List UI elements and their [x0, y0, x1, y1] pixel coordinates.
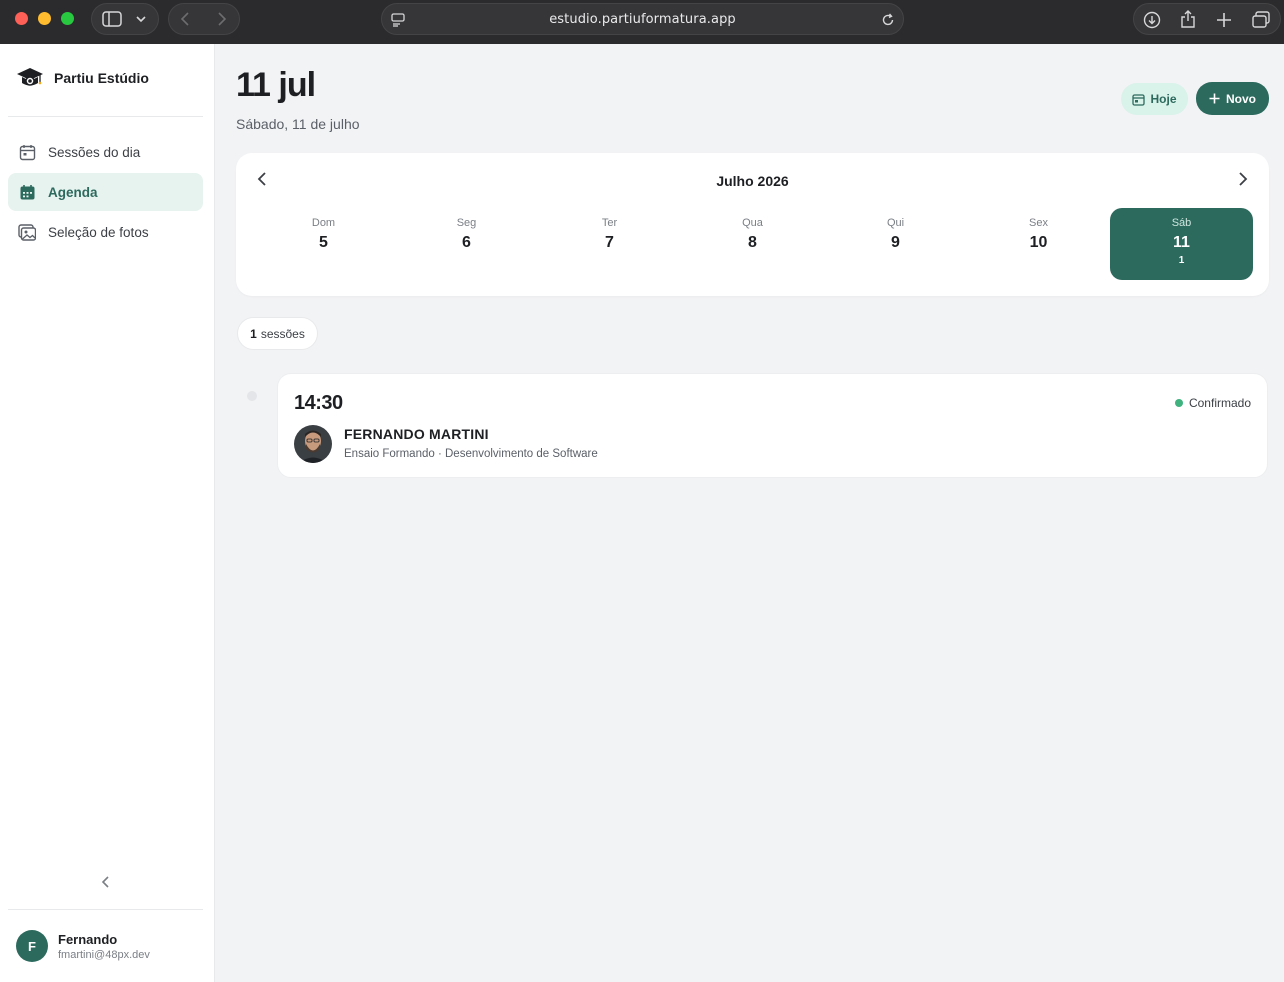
address-bar[interactable]: estudio.partiuformatura.app	[381, 3, 904, 35]
calendar-month-label: Julho 2026	[716, 173, 789, 189]
sidebar-icon	[102, 11, 122, 27]
client-name: FERNANDO MARTINI	[344, 426, 489, 442]
week-calendar: Julho 2026 Dom 5 Seg 6 Ter 7 Qua 8 Qui 9	[236, 153, 1269, 296]
minimize-window-button[interactable]	[38, 12, 51, 25]
download-icon[interactable]	[1143, 11, 1161, 29]
divider	[8, 116, 203, 117]
status-dot-icon	[1174, 399, 1183, 407]
today-button[interactable]: Hoje	[1121, 83, 1188, 115]
day-number: 7	[605, 234, 614, 251]
sidebar: Partiu Estúdio Sessões do dia Agenda Sel…	[0, 44, 215, 982]
sidebar-item-sessoes-do-dia[interactable]: Sessões do dia	[8, 133, 203, 171]
new-button-label: Novo	[1226, 91, 1256, 106]
user-name: Fernando	[58, 931, 118, 947]
calendar-outline-icon	[18, 143, 36, 161]
calendar-day[interactable]: Sex 10	[967, 208, 1110, 280]
sessions-count-label: sessões	[260, 326, 305, 341]
url-text: estudio.partiuformatura.app	[549, 11, 736, 27]
reload-icon[interactable]	[881, 13, 895, 27]
back-icon[interactable]	[179, 11, 193, 27]
day-name: Ter	[601, 217, 618, 229]
chevron-left-icon	[101, 876, 109, 888]
session-card[interactable]: 14:30 Confirmado FERNANDO MARTINI Ensaio…	[277, 373, 1268, 478]
user-email: fmartini@48px.dev	[58, 948, 150, 961]
new-tab-icon[interactable]	[1215, 11, 1233, 29]
calendar-day[interactable]: Qua 8	[681, 208, 824, 280]
day-name: Qui	[886, 217, 905, 229]
sessions-count-number: 1	[250, 326, 257, 341]
chevron-down-icon	[136, 16, 146, 23]
calendar-day[interactable]: Ter 7	[538, 208, 681, 280]
calendar-filled-icon	[18, 183, 36, 201]
tab-overview-icon[interactable]	[1251, 11, 1271, 29]
today-button-label: Hoje	[1150, 92, 1177, 106]
client-avatar	[294, 425, 332, 463]
timeline-dot	[247, 391, 257, 401]
day-number: 5	[319, 234, 328, 251]
share-icon[interactable]	[1179, 9, 1197, 29]
sidebar-item-label: Agenda	[48, 184, 98, 200]
calendar-today-icon	[1132, 93, 1146, 106]
divider	[8, 909, 203, 910]
next-week-button[interactable]	[1233, 170, 1253, 190]
session-time: 14:30	[294, 392, 343, 414]
day-session-count: 1	[1178, 255, 1185, 266]
avatar: F	[16, 930, 48, 962]
page-menu-icon[interactable]	[391, 13, 405, 27]
day-name: Seg	[456, 217, 477, 229]
status-badge: Confirmado	[1174, 396, 1251, 410]
history-nav	[168, 3, 240, 35]
day-number: 9	[891, 234, 900, 251]
page-subtitle: Sábado, 11 de julho	[236, 116, 360, 132]
browser-toolbar: estudio.partiuformatura.app	[0, 0, 1284, 44]
session-description: Ensaio Formando · Desenvolvimento de Sof…	[344, 448, 598, 460]
day-name: Qua	[742, 217, 763, 229]
day-number: 10	[1029, 234, 1048, 251]
calendar-day[interactable]: Seg 6	[395, 208, 538, 280]
sidebar-item-label: Seleção de fotos	[48, 224, 149, 240]
calendar-day[interactable]: Dom 5	[252, 208, 395, 280]
status-label: Confirmado	[1188, 396, 1251, 410]
day-name: Dom	[311, 217, 336, 229]
day-name: Sex	[1029, 217, 1048, 229]
collapse-sidebar-button[interactable]	[96, 874, 116, 894]
calendar-day-selected[interactable]: Sáb 11 1	[1110, 208, 1253, 280]
forward-icon[interactable]	[214, 11, 228, 27]
brand-name: Partiu Estúdio	[54, 70, 149, 86]
sidebar-item-label: Sessões do dia	[48, 144, 141, 160]
zoom-window-button[interactable]	[61, 12, 74, 25]
photos-icon	[18, 223, 36, 241]
day-name: Sáb	[1171, 217, 1192, 229]
user-profile[interactable]: F Fernando fmartini@48px.dev	[16, 930, 150, 962]
sidebar-item-agenda[interactable]: Agenda	[8, 173, 203, 211]
sidebar-toggle-button[interactable]	[91, 3, 159, 35]
calendar-day[interactable]: Qui 9	[824, 208, 967, 280]
close-window-button[interactable]	[15, 12, 28, 25]
main-content: 11 jul Sábado, 11 de julho Hoje Novo Jul…	[216, 44, 1284, 982]
day-number: 11	[1173, 234, 1190, 251]
plus-icon	[1209, 93, 1220, 104]
chevron-right-icon	[1239, 172, 1248, 186]
sessions-count-badge: 1 sessões	[237, 317, 318, 350]
new-session-button[interactable]: Novo	[1196, 82, 1269, 115]
page-title: 11 jul	[236, 66, 316, 104]
day-number: 8	[748, 234, 757, 251]
graduation-cap-logo-icon	[17, 68, 43, 86]
brand[interactable]: Partiu Estúdio	[16, 66, 149, 90]
day-number: 6	[462, 234, 471, 251]
browser-actions	[1133, 3, 1281, 35]
sidebar-item-selecao-de-fotos[interactable]: Seleção de fotos	[8, 213, 203, 251]
